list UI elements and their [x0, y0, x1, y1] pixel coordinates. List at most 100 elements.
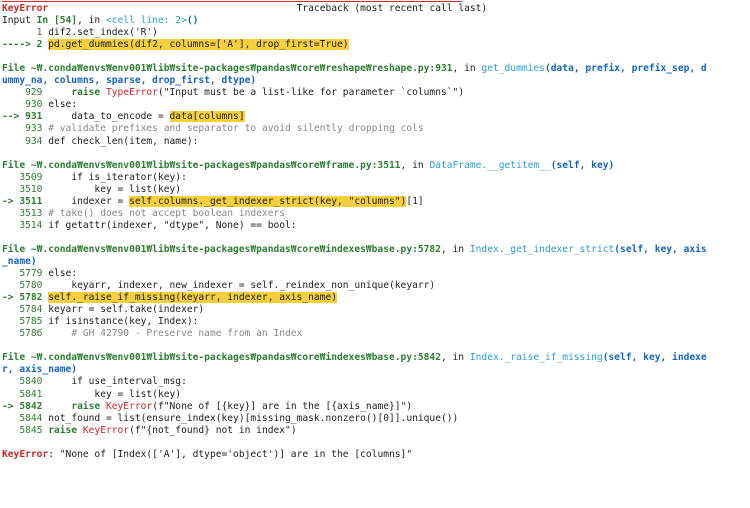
- highlighted-code: data[columns]: [169, 111, 245, 123]
- code-text: else:: [48, 99, 78, 111]
- traceback-output: KeyError Traceback (most recent call las…: [2, 3, 750, 508]
- line-number: 3509: [2, 171, 49, 183]
- input-sep: , in: [77, 15, 106, 27]
- context-line: 3514 if getattr(indexer, "dtype", None) …: [2, 220, 750, 232]
- code-text: raise KeyError(f"{not_found} not in inde…: [48, 424, 297, 436]
- code-text: if getattr(indexer, "dtype", None) == bo…: [48, 219, 297, 231]
- frame-function: Index._get_indexer_strict: [469, 243, 615, 255]
- code-text: if use_interval_msg:: [48, 376, 187, 388]
- context-line: 5779 else:: [2, 268, 750, 280]
- context-line: 1 dif2.set_index('R'): [2, 27, 750, 39]
- line-arrow: -> 5782: [2, 292, 49, 304]
- line-number: 934: [2, 135, 49, 147]
- context-line: 5845 raise KeyError(f"{not_found} not in…: [2, 425, 750, 437]
- line-number: 5779: [2, 268, 49, 280]
- code-text: if isinstance(key, Index):: [48, 316, 199, 328]
- input-paren: (): [186, 15, 199, 27]
- code-text: indexer =: [48, 195, 130, 207]
- traceback-top-rule: [2, 1, 462, 2]
- frame-in: , in: [440, 352, 470, 364]
- context-line: 934 def check_len(item, name):: [2, 136, 750, 148]
- input-prompt: In [54]: [36, 15, 78, 27]
- final-error-message: : "None of [Index(['A'], dtype='object')…: [48, 448, 413, 460]
- code-text: # validate prefixes and separator to avo…: [48, 123, 424, 135]
- line-number: 1: [2, 27, 49, 39]
- frame-args: (self, key): [550, 159, 615, 171]
- code-text: keyarr = self.take(indexer): [48, 304, 205, 316]
- frame-function: DataFrame.__getitem__: [429, 159, 551, 171]
- exception-class: KeyError: [105, 400, 153, 412]
- code-text: raise KeyError(f"None of [{key}] are in …: [71, 400, 413, 412]
- exception-class: TypeError: [105, 87, 158, 99]
- context-line: 5844 not_found = list(ensure_index(key)[…: [2, 413, 750, 425]
- code-text: dif2.set_index('R'): [48, 27, 158, 39]
- context-line: 5786 # GH 42790 - Preserve name from an …: [2, 328, 750, 340]
- code-text: key = list(key): [48, 388, 182, 400]
- keyword-raise: raise: [71, 87, 106, 99]
- code-text: def check_len(item, name):: [48, 135, 199, 147]
- input-line: Input In [54], in <cell line: 2>(): [2, 15, 750, 27]
- frame-args: (data, prefix, prefix_sep, d: [544, 63, 707, 75]
- line-arrow: -> 3511: [2, 195, 49, 207]
- context-line: 5785 if isinstance(key, Index):: [2, 316, 750, 328]
- current-line: ----> 2 pd.get_dummies(dif2, columns=['A…: [2, 39, 750, 51]
- code-text: not_found = list(ensure_index(key)[missi…: [48, 412, 459, 424]
- frame-args: (self, key, indexe: [602, 352, 707, 364]
- context-line: 933 # validate prefixes and separator to…: [2, 123, 750, 135]
- frame-header-line-wrap: _name): [2, 256, 750, 268]
- line-number: 930: [2, 99, 49, 111]
- frame-args: (self, key, axis: [614, 243, 707, 255]
- line-number: 3513: [2, 207, 49, 219]
- line-number: 933: [2, 123, 49, 135]
- final-error-type: KeyError: [2, 448, 49, 460]
- frame-header-line: File ~₩.conda₩envs₩env001₩lib₩site-packa…: [2, 160, 750, 172]
- context-line: 5780 keyarr, indexer, new_indexer = self…: [2, 280, 750, 292]
- line-number: 5786: [2, 328, 49, 340]
- frame-file-path: File ~₩.conda₩envs₩env001₩lib₩site-packa…: [2, 352, 441, 364]
- context-line: 930 else:: [2, 99, 750, 111]
- frame-in: , in: [452, 63, 482, 75]
- line-number: 5784: [2, 304, 49, 316]
- frame-args: ummy_na, columns, sparse, drop_first, dt…: [2, 75, 257, 87]
- line-arrow: --> 931: [2, 111, 49, 123]
- highlighted-code: self.columns._get_indexer_strict(key, "c…: [129, 195, 407, 207]
- context-line: 929 raise TypeError("Input must be a lis…: [2, 87, 750, 99]
- keyword-raise: raise: [71, 400, 106, 412]
- frame-file-path: File ~₩.conda₩envs₩env001₩lib₩site-packa…: [2, 159, 401, 171]
- final-error-line: KeyError: "None of [Index(['A'], dtype='…: [2, 449, 750, 461]
- code-text: # GH 42790 - Preserve name from an Index: [48, 328, 303, 340]
- code-text: if is_iterator(key):: [48, 171, 187, 183]
- context-line: 3513 # take() does not accept boolean in…: [2, 208, 750, 220]
- code-text: key = list(key): [48, 183, 182, 195]
- line-number: 929: [2, 87, 49, 99]
- traceback-header-line: KeyError Traceback (most recent call las…: [2, 3, 750, 15]
- context-line: 5784 keyarr = self.take(indexer): [2, 304, 750, 316]
- highlighted-code: pd.get_dummies(dif2, columns=['A'], drop…: [48, 39, 349, 51]
- highlighted-code: self._raise_if_missing(keyarr, indexer, …: [48, 292, 338, 304]
- frame-header-line: File ~₩.conda₩envs₩env001₩lib₩site-packa…: [2, 352, 750, 364]
- frame-file-path: File ~₩.conda₩envs₩env001₩lib₩site-packa…: [2, 63, 453, 75]
- code-text: # take() does not accept boolean indexer…: [48, 207, 286, 219]
- context-line: 5840 if use_interval_msg:: [2, 376, 750, 388]
- cell-line-ref: <cell line: 2>: [105, 15, 187, 27]
- code-text: else:: [48, 268, 78, 280]
- exception-class: KeyError: [82, 424, 130, 436]
- frame-header-line-wrap: ummy_na, columns, sparse, drop_first, dt…: [2, 75, 750, 87]
- code-text: keyarr, indexer, new_indexer = self._rei…: [48, 280, 436, 292]
- line-number: 5785: [2, 316, 49, 328]
- frame-header-line: File ~₩.conda₩envs₩env001₩lib₩site-packa…: [2, 244, 750, 256]
- frame-in: , in: [440, 243, 470, 255]
- line-number: 5840: [2, 376, 49, 388]
- frame-args: _name): [2, 255, 37, 267]
- context-line: 5841 key = list(key): [2, 389, 750, 401]
- line-number: 5841: [2, 388, 49, 400]
- frame-in: , in: [400, 159, 430, 171]
- line-arrow: -> 5842: [2, 400, 49, 412]
- current-line: --> 931 data_to_encode = data[columns]: [2, 111, 750, 123]
- line-number: 5844: [2, 412, 49, 424]
- context-line: 3510 key = list(key): [2, 184, 750, 196]
